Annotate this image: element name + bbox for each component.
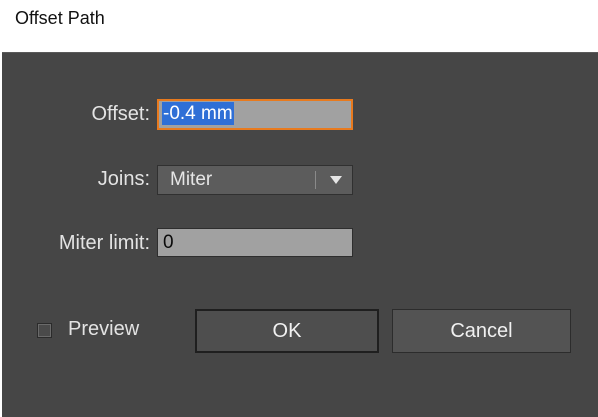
- joins-label: Joins:: [97, 168, 150, 190]
- offset-input[interactable]: -0.4 mm: [157, 99, 353, 130]
- ok-button[interactable]: OK: [195, 309, 379, 353]
- offset-path-dialog: Offset: -0.4 mm Joins: Miter Miter limit…: [2, 52, 598, 417]
- joins-selected-value: Miter: [170, 169, 213, 190]
- chevron-down-icon[interactable]: [330, 176, 342, 184]
- preview-label[interactable]: Preview: [68, 318, 139, 341]
- offset-label: Offset:: [91, 103, 150, 125]
- preview-checkbox[interactable]: [37, 323, 52, 338]
- miter-limit-value: 0: [163, 232, 174, 253]
- miter-limit-input[interactable]: 0: [157, 228, 353, 257]
- dropdown-separator: [315, 171, 316, 189]
- cancel-button[interactable]: Cancel: [392, 309, 571, 353]
- miter-limit-label: Miter limit:: [58, 232, 150, 254]
- title-bar: Offset Path: [0, 0, 598, 52]
- offset-value-selection: -0.4 mm: [162, 102, 234, 125]
- window-title: Offset Path: [15, 8, 105, 28]
- joins-dropdown[interactable]: Miter: [157, 165, 353, 195]
